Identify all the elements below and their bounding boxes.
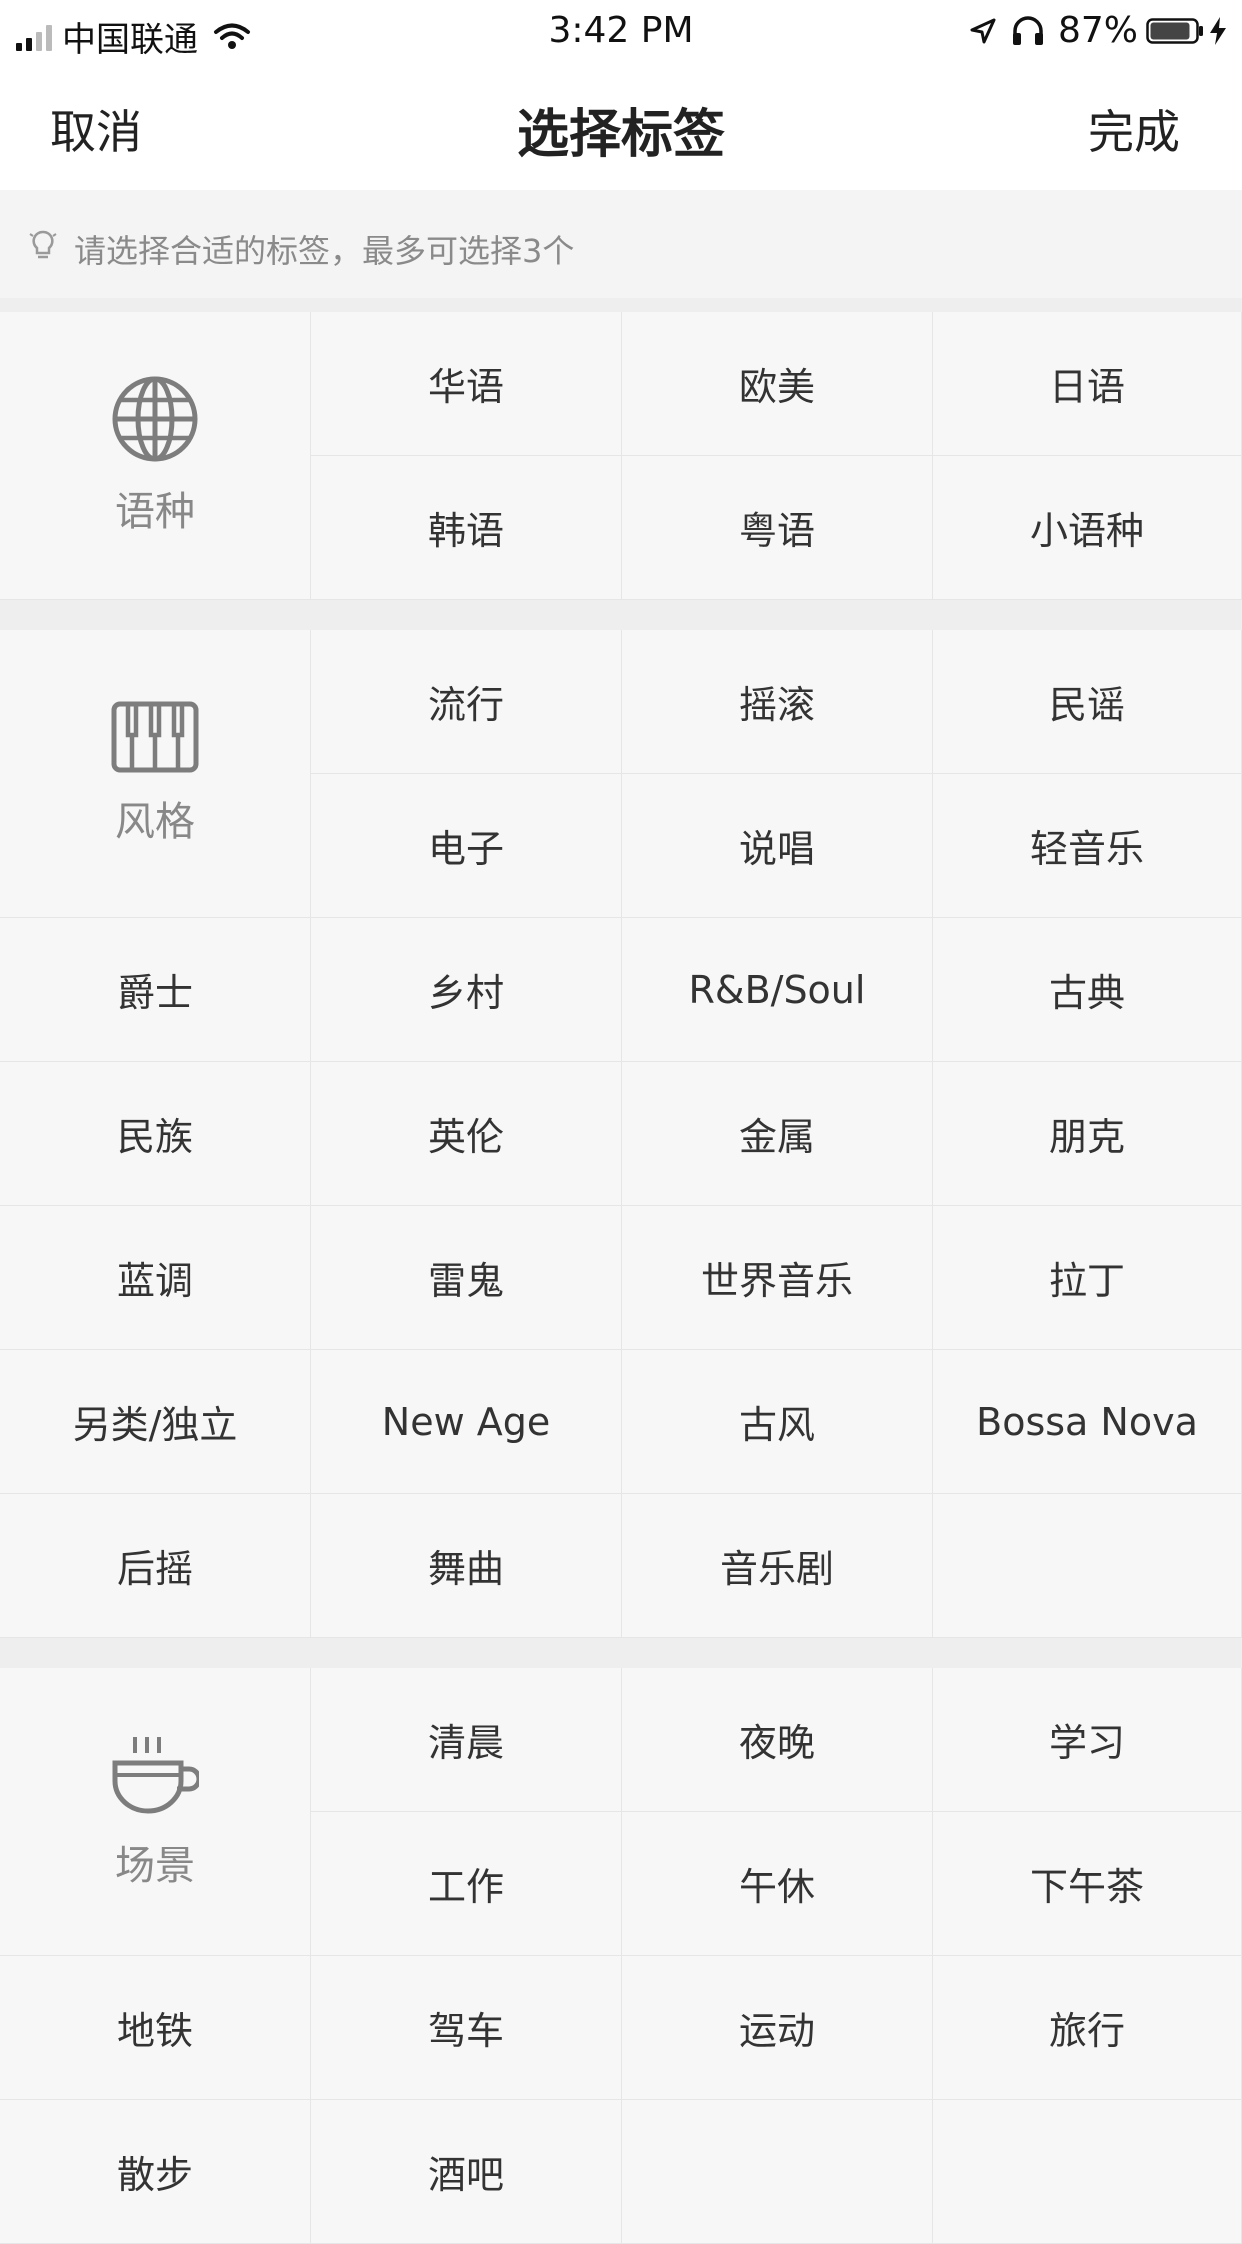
tag-option[interactable]: 民族 — [0, 1062, 311, 1206]
tag-option[interactable]: 轻音乐 — [933, 774, 1242, 918]
page-title: 选择标签 — [516, 105, 725, 165]
tag-option[interactable]: 民谣 — [933, 630, 1242, 774]
tag-option[interactable]: 音乐剧 — [622, 1494, 933, 1638]
tag-option[interactable]: 另类/独立 — [0, 1350, 311, 1494]
tag-option[interactable]: 日语 — [933, 312, 1242, 456]
tag-option[interactable]: 清晨 — [311, 1668, 622, 1812]
battery-icon — [1146, 17, 1203, 44]
headphones-icon — [1012, 15, 1043, 45]
tag-option[interactable]: 地铁 — [0, 1956, 311, 2100]
tag-option[interactable]: 说唱 — [622, 774, 933, 918]
tag-option[interactable]: 英伦 — [311, 1062, 622, 1206]
piano-icon — [111, 701, 199, 772]
hint-text: 请选择合适的标签，最多可选择3个 — [74, 232, 575, 270]
nav-bar: 取消 选择标签 完成 — [0, 62, 1242, 190]
status-right: 87% — [968, 10, 1228, 51]
tag-option[interactable]: 古风 — [622, 1350, 933, 1494]
tag-option[interactable]: 后摇 — [0, 1494, 311, 1638]
status-bar: 中国联通 3:42 PM 87% — [0, 0, 1242, 62]
tag-option[interactable]: 舞曲 — [311, 1494, 622, 1638]
empty-cell — [622, 2100, 933, 2244]
tag-option[interactable]: 夜晚 — [622, 1668, 933, 1812]
globe-icon — [112, 376, 198, 461]
tag-option[interactable]: 学习 — [933, 1668, 1242, 1812]
tag-option[interactable]: 粤语 — [622, 456, 933, 600]
done-button[interactable]: 完成 — [1088, 96, 1180, 162]
tag-option[interactable]: New Age — [311, 1350, 622, 1494]
section-gap — [0, 298, 1242, 312]
tag-option[interactable]: 拉丁 — [933, 1206, 1242, 1350]
tag-option[interactable]: 世界音乐 — [622, 1206, 933, 1350]
tag-option[interactable]: 下午茶 — [933, 1812, 1242, 1956]
section-header: 语种 — [0, 312, 311, 600]
tag-option[interactable]: 散步 — [0, 2100, 311, 2244]
tag-option[interactable]: 酒吧 — [311, 2100, 622, 2244]
tag-option[interactable]: 欧美 — [622, 312, 933, 456]
section-header: 场景 — [0, 1668, 311, 1956]
section-label: 语种 — [115, 488, 195, 535]
hint-bar: 请选择合适的标签，最多可选择3个 — [0, 190, 1242, 298]
tag-option[interactable]: 驾车 — [311, 1956, 622, 2100]
section-label: 风格 — [115, 798, 195, 845]
tag-option[interactable]: R&B/Soul — [622, 918, 933, 1062]
tag-option[interactable]: 金属 — [622, 1062, 933, 1206]
tag-option[interactable]: 乡村 — [311, 918, 622, 1062]
tag-option[interactable]: 韩语 — [311, 456, 622, 600]
section-gap — [0, 1638, 1242, 1668]
tag-option[interactable]: 小语种 — [933, 456, 1242, 600]
empty-cell — [933, 1494, 1242, 1638]
charging-icon — [1210, 16, 1226, 45]
tag-option[interactable]: 雷鬼 — [311, 1206, 622, 1350]
tag-option[interactable]: 工作 — [311, 1812, 622, 1956]
battery-percent: 87% — [1057, 10, 1138, 51]
tag-option[interactable]: 华语 — [311, 312, 622, 456]
tag-option[interactable]: 蓝调 — [0, 1206, 311, 1350]
tag-option[interactable]: 古典 — [933, 918, 1242, 1062]
section-gap — [0, 600, 1242, 630]
tag-option[interactable]: 爵士 — [0, 918, 311, 1062]
section-header: 风格 — [0, 630, 311, 918]
location-icon — [970, 18, 996, 43]
tag-option[interactable]: 朋克 — [933, 1062, 1242, 1206]
section-label: 场景 — [115, 1842, 195, 1889]
coffee-cup-icon — [112, 1736, 199, 1813]
tag-option[interactable]: 电子 — [311, 774, 622, 918]
tag-option[interactable]: Bossa Nova — [933, 1350, 1242, 1494]
tag-option[interactable]: 运动 — [622, 1956, 933, 2100]
empty-cell — [933, 2100, 1242, 2244]
tag-option[interactable]: 流行 — [311, 630, 622, 774]
tag-option[interactable]: 午休 — [622, 1812, 933, 1956]
lightbulb-icon — [29, 230, 57, 259]
tag-option[interactable]: 摇滚 — [622, 630, 933, 774]
tag-option[interactable]: 旅行 — [933, 1956, 1242, 2100]
